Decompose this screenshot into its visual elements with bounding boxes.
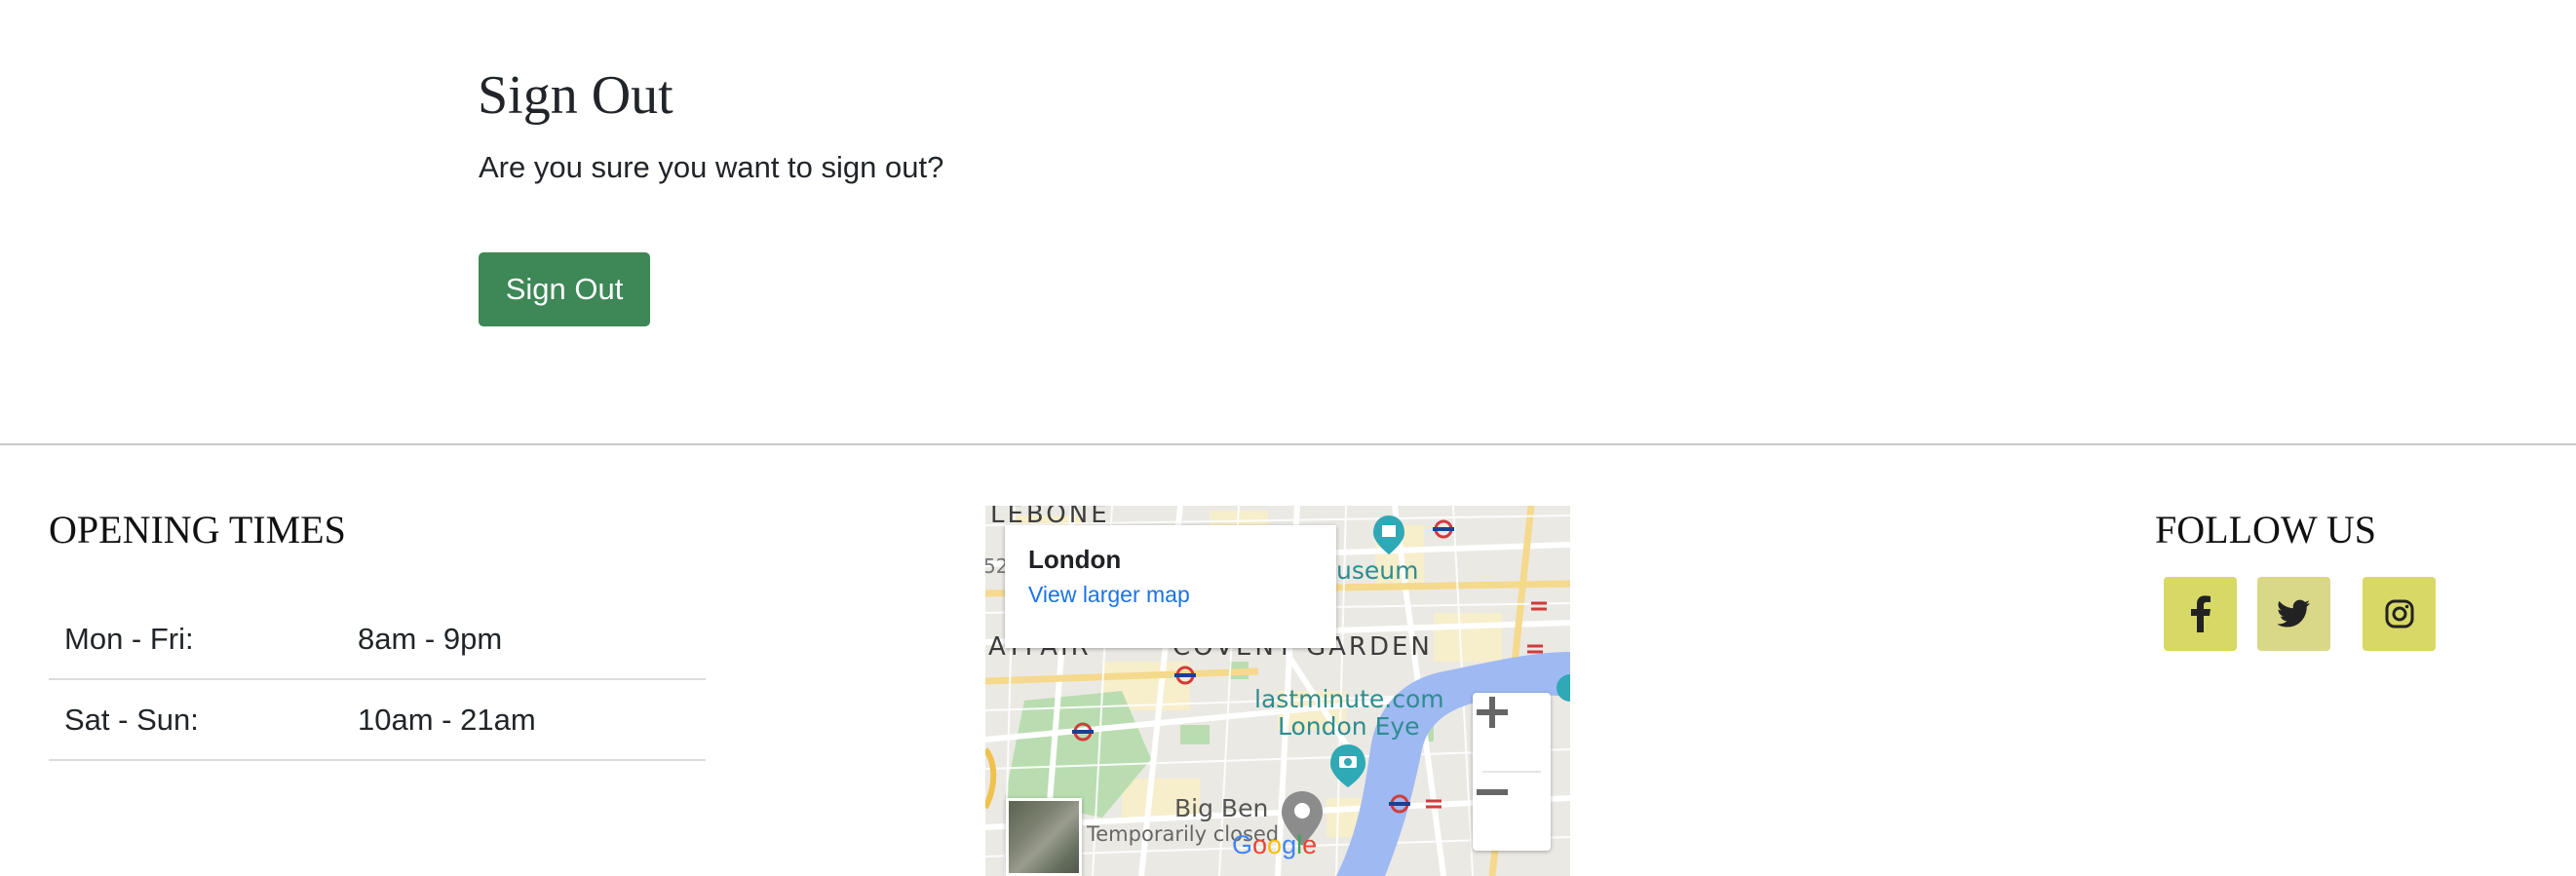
logo-letter: o [1267,830,1283,859]
day-cell: Sat - Sun: [64,702,199,737]
map-label-museum: useum [1336,556,1419,585]
logo-letter: G [1232,830,1253,859]
logo-letter: e [1302,830,1318,859]
facebook-button[interactable] [2164,577,2237,651]
opening-times-table: Mon - Fri: 8am - 9pm Sat - Sun: 10am - 2… [49,599,706,761]
facebook-icon [2190,595,2211,632]
logo-letter: g [1282,830,1297,859]
zoom-out-button[interactable] [1473,773,1551,851]
hours-cell: 8am - 9pm [358,621,503,656]
hours-cell: 10am - 21am [358,702,536,737]
logo-letter: o [1252,830,1268,859]
twitter-icon [2277,599,2310,628]
instagram-icon [2385,599,2413,628]
instagram-button[interactable] [2363,577,2436,651]
google-logo: Google [1232,830,1317,860]
signout-confirmation-text: Are you sure you want to sign out? [479,150,944,184]
map-place-name: London [1028,545,1122,574]
follow-us-heading: FOLLOW US [2155,508,2377,552]
opening-times-heading: OPENING TIMES [49,508,346,552]
twitter-button[interactable] [2257,577,2330,651]
embedded-map[interactable]: LEBONE 52 useum AYFAIR COVENT GARDEN las… [985,506,1570,876]
satellite-view-toggle[interactable] [1006,798,1082,876]
map-label-london-eye: London Eye [1278,712,1420,741]
map-info-card: London View larger map [1005,525,1336,648]
map-label-big-ben: Big Ben [1174,794,1269,822]
plus-icon [1477,697,1508,728]
day-cell: Mon - Fri: [64,621,194,656]
sign-out-button[interactable]: Sign Out [479,252,650,326]
minus-icon [1477,789,1508,795]
map-label-lastminute: lastminute.com [1254,685,1444,713]
map-zoom-controls [1473,693,1551,851]
table-row: Mon - Fri: 8am - 9pm [49,599,706,679]
view-larger-map-link[interactable]: View larger map [1028,578,1313,611]
zoom-in-button[interactable] [1473,693,1551,771]
table-row: Sat - Sun: 10am - 21am [49,679,706,760]
page-title: Sign Out [478,65,673,126]
footer-divider [0,443,2576,445]
